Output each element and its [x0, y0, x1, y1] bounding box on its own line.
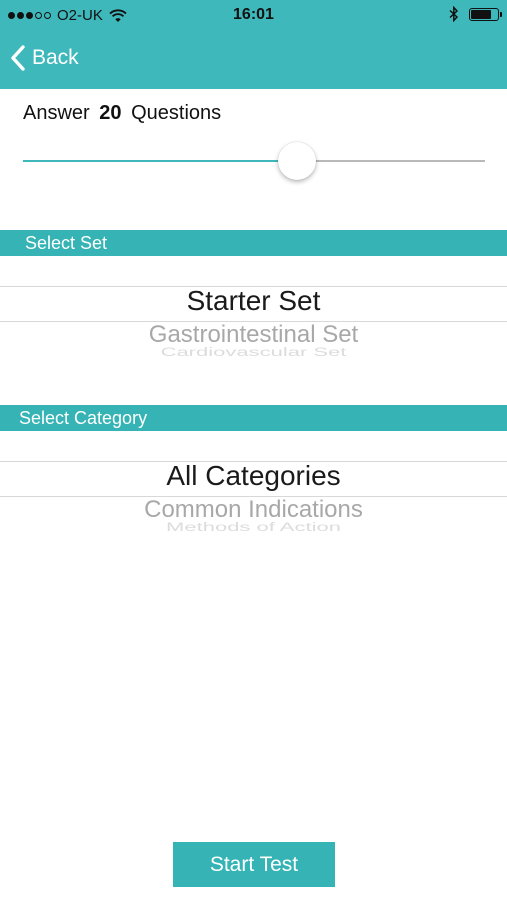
- clock: 16:01: [233, 6, 274, 23]
- status-right: [449, 6, 502, 22]
- picker-option[interactable]: Cardiovascular Set: [0, 345, 507, 359]
- select-set-title: Select Set: [25, 233, 108, 253]
- battery-level: [471, 9, 491, 19]
- picker-selected-option[interactable]: All Categories: [0, 460, 507, 492]
- question-count-value: 20: [99, 102, 122, 124]
- navigation-bar: O2-UK 16:01 Back: [0, 0, 507, 89]
- back-label: Back: [32, 46, 79, 69]
- start-test-button[interactable]: Start Test: [173, 842, 335, 887]
- slider-track-filled: [23, 160, 297, 162]
- picker-selected-option[interactable]: Starter Set: [0, 285, 507, 317]
- select-set-header: Select Set: [0, 230, 507, 256]
- bluetooth-icon: [449, 6, 459, 22]
- category-picker[interactable]: All Categories Common Indications Method…: [0, 458, 507, 538]
- status-bar: O2-UK 16:01: [0, 0, 507, 32]
- question-count-suffix: Questions: [131, 102, 222, 124]
- chevron-left-icon: [11, 45, 25, 71]
- question-count-label: Answer 20 Questions: [23, 102, 221, 125]
- question-count-prefix: Answer: [23, 102, 90, 124]
- picker-option[interactable]: Methods of Action: [0, 520, 507, 534]
- slider-thumb[interactable]: [277, 142, 316, 180]
- battery-icon: [469, 7, 502, 21]
- question-count-slider[interactable]: [23, 140, 485, 182]
- select-category-title: Select Category: [19, 408, 148, 428]
- back-button[interactable]: Back: [10, 40, 79, 76]
- select-category-header: Select Category: [0, 405, 507, 431]
- set-picker[interactable]: Starter Set Gastrointestinal Set Cardiov…: [0, 283, 507, 363]
